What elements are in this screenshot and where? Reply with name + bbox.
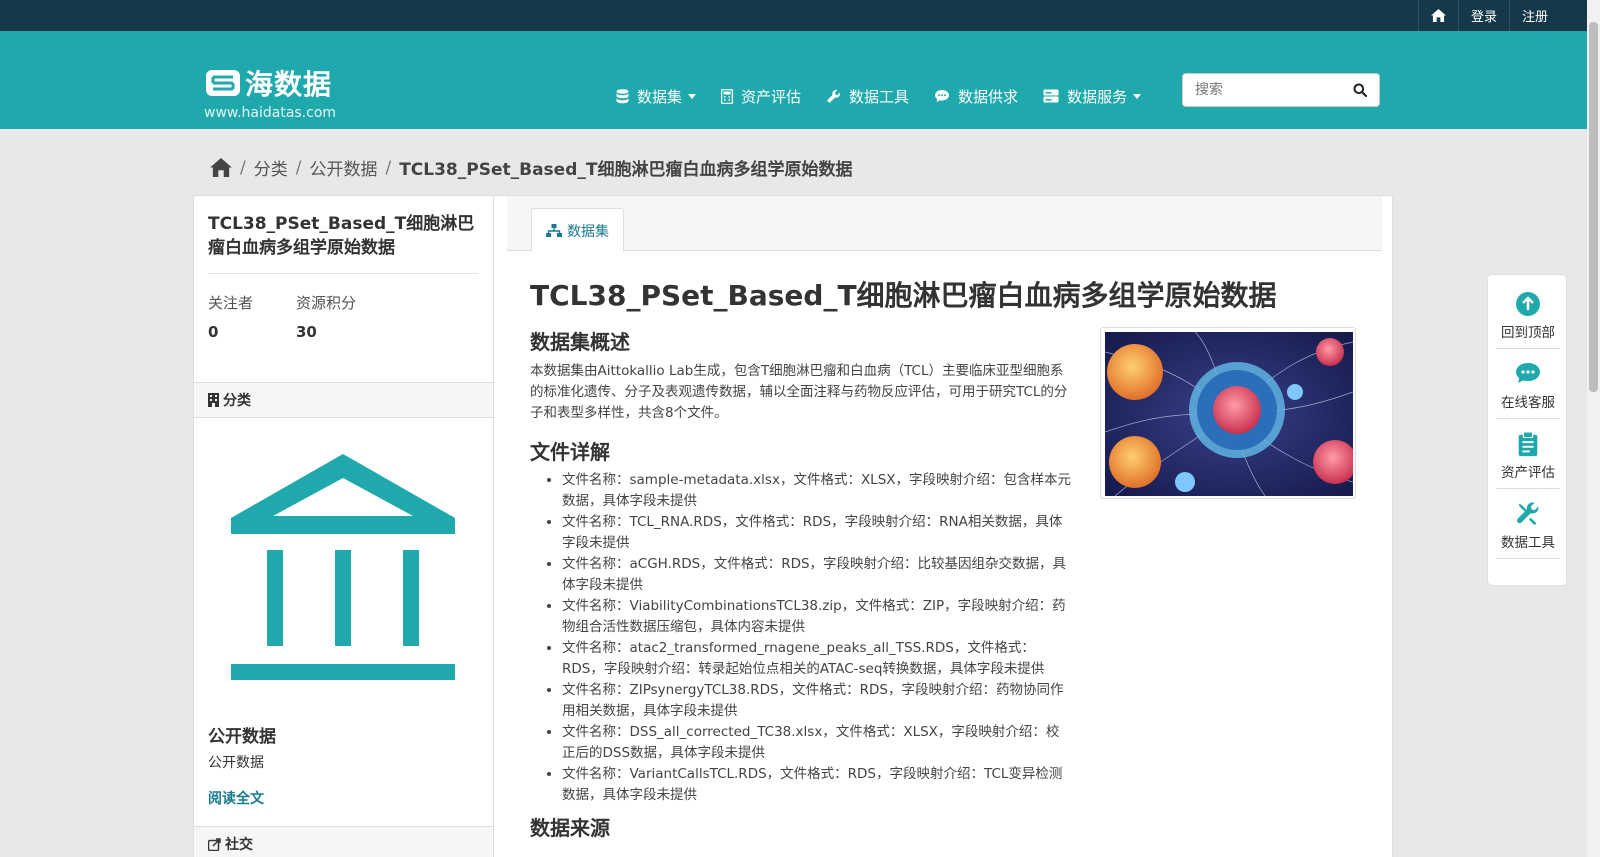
- chat-icon: [1516, 363, 1540, 383]
- login-link[interactable]: 登录: [1457, 0, 1509, 31]
- main-nav: 数据集 资产评估 数据工具 数据供求 数据服务: [616, 80, 1166, 112]
- list-item: 文件名称：DSS_all_corrected_TC38.xlsx，文件格式：XL…: [562, 722, 1072, 764]
- social-heading: 社交: [225, 837, 253, 853]
- breadcrumb: / 分类 / 公开数据 / TCL38_PSet_Based_T细胞淋巴瘤白血病…: [210, 155, 852, 180]
- tools-icon: [1517, 502, 1539, 526]
- asset-eval-label: 资产评估: [1501, 465, 1555, 481]
- sidebar: TCL38_PSet_Based_T细胞淋巴瘤白血病多组学原始数据 关注者 0 …: [194, 196, 494, 857]
- asset-eval-button[interactable]: 资产评估: [1496, 431, 1560, 489]
- list-item: 文件名称：sample-metadata.xlsx，文件格式：XLSX，字段映射…: [562, 470, 1072, 512]
- nav-supply-demand[interactable]: 数据供求: [934, 86, 1018, 107]
- back-to-top-label: 回到顶部: [1501, 325, 1555, 341]
- dataset-image: [1100, 327, 1357, 499]
- chevron-down-icon: [688, 93, 697, 99]
- overview-text: 本数据集由Aittokallio Lab生成，包含T细胞淋巴瘤和白血病（TCL）…: [530, 363, 1068, 421]
- tab-bar: 数据集: [507, 196, 1382, 252]
- tab-label: 数据集: [567, 223, 609, 240]
- comment-icon: [935, 90, 950, 102]
- search-button[interactable]: [1343, 74, 1377, 106]
- back-to-top-button[interactable]: 回到顶部: [1496, 291, 1560, 349]
- home-icon: [1431, 9, 1446, 22]
- data-tools-label: 数据工具: [1501, 535, 1555, 551]
- breadcrumb-public-data[interactable]: 公开数据: [309, 155, 377, 180]
- search-box: [1182, 73, 1380, 107]
- main-content: 数据集 TCL38_PSet_Based_T细胞淋巴瘤白血病多组学原始数据 数据…: [495, 196, 1392, 857]
- calculator-icon: [721, 88, 734, 104]
- file-list: 文件名称：sample-metadata.xlsx，文件格式：XLSX，字段映射…: [562, 470, 1072, 806]
- site-url: www.haidatas.com: [204, 105, 337, 121]
- page-title: TCL38_PSet_Based_T细胞淋巴瘤白血病多组学原始数据: [530, 279, 1277, 312]
- online-service-button[interactable]: 在线客服: [1496, 361, 1560, 419]
- divider: [208, 273, 478, 274]
- nav-label: 资产评估: [741, 87, 802, 106]
- logo-icon: [206, 70, 240, 96]
- category-section-header: 分类: [194, 382, 493, 418]
- home-link[interactable]: [1417, 0, 1458, 31]
- social-section-header: 社交: [194, 826, 493, 857]
- list-item: 文件名称：atac2_transformed_rnagene_peaks_all…: [562, 638, 1072, 680]
- clipboard-icon: [1518, 431, 1538, 457]
- nav-label: 数据服务: [1067, 87, 1128, 106]
- overview-heading: 数据集概述: [530, 330, 630, 354]
- followers-value: 0: [208, 323, 219, 341]
- wrench-icon: [827, 89, 841, 103]
- breadcrumb-current: TCL38_PSet_Based_T细胞淋巴瘤白血病多组学原始数据: [399, 160, 853, 180]
- share-icon: [208, 837, 221, 851]
- top-bar: 登录 注册: [0, 0, 1600, 31]
- search-input[interactable]: [1183, 75, 1343, 105]
- page-scrollbar[interactable]: [1587, 0, 1600, 857]
- top-nav: 登录 注册: [1417, 0, 1560, 31]
- nav-data-tools[interactable]: 数据工具: [826, 86, 909, 107]
- data-tools-button[interactable]: 数据工具: [1496, 501, 1560, 559]
- followers-stat: 关注者 0: [208, 292, 253, 341]
- chevron-down-icon: [1133, 93, 1142, 99]
- followers-label: 关注者: [208, 294, 254, 312]
- content-container: TCL38_PSet_Based_T细胞淋巴瘤白血病多组学原始数据 关注者 0 …: [193, 195, 1393, 857]
- floating-toolbar: 回到顶部 在线客服 资产评估 数据工具: [1487, 274, 1567, 586]
- list-item: 文件名称：ViabilityCombinationsTCL38.zip，文件格式…: [562, 596, 1072, 638]
- breadcrumb-separator: /: [240, 157, 246, 178]
- site-logo[interactable]: 海数据: [205, 63, 332, 103]
- online-service-label: 在线客服: [1501, 395, 1555, 411]
- source-heading: 数据来源: [530, 816, 610, 840]
- breadcrumb-separator: /: [385, 157, 392, 178]
- category-description: 公开数据: [208, 755, 264, 771]
- breadcrumb-category[interactable]: 分类: [254, 155, 288, 180]
- database-icon: [616, 88, 629, 103]
- search-icon: [1353, 83, 1367, 97]
- cells-illustration: [1104, 331, 1357, 497]
- home-icon[interactable]: [210, 158, 232, 177]
- list-item: 文件名称：TCL_RNA.RDS，文件格式：RDS，字段映射介绍：RNA相关数据…: [562, 512, 1072, 554]
- nav-label: 数据工具: [849, 87, 910, 106]
- list-item: 文件名称：aCGH.RDS，文件格式：RDS，字段映射介绍：比较基因组杂交数据，…: [562, 554, 1072, 596]
- tab-dataset[interactable]: 数据集: [531, 208, 624, 252]
- server-icon: [1043, 89, 1059, 103]
- logo-text: 海数据: [245, 68, 333, 101]
- list-item: 文件名称：ZIPsynergyTCL38.RDS，文件格式：RDS，字段映射介绍…: [562, 680, 1072, 722]
- building-icon: [208, 393, 219, 407]
- read-more-link[interactable]: 阅读全文: [208, 788, 264, 808]
- nav-datasets[interactable]: 数据集: [616, 86, 697, 107]
- nav-label: 数据供求: [958, 87, 1019, 106]
- list-item: 文件名称：VariantCallsTCL.RDS，文件格式：RDS，字段映射介绍…: [562, 764, 1072, 806]
- dataset-title: TCL38_PSet_Based_T细胞淋巴瘤白血病多组学原始数据: [208, 214, 475, 258]
- scrollbar-thumb[interactable]: [1589, 22, 1598, 392]
- site-header: 海数据 www.haidatas.com 数据集 资产评估 数据工具 数据供求 …: [0, 31, 1600, 129]
- nav-data-services[interactable]: 数据服务: [1043, 86, 1142, 107]
- arrow-up-circle-icon: [1516, 292, 1540, 316]
- nav-asset-evaluation[interactable]: 资产评估: [721, 86, 801, 107]
- register-link[interactable]: 注册: [1508, 0, 1560, 31]
- points-label: 资源积分: [296, 294, 357, 312]
- points-stat: 资源积分 30: [296, 292, 356, 341]
- institution-icon: [231, 454, 455, 680]
- sitemap-icon: [546, 224, 562, 237]
- points-value: 30: [296, 323, 317, 341]
- files-heading: 文件详解: [530, 440, 610, 464]
- category-name: 公开数据: [208, 727, 276, 747]
- category-heading: 分类: [223, 393, 251, 409]
- nav-label: 数据集: [637, 87, 683, 106]
- breadcrumb-separator: /: [295, 157, 302, 178]
